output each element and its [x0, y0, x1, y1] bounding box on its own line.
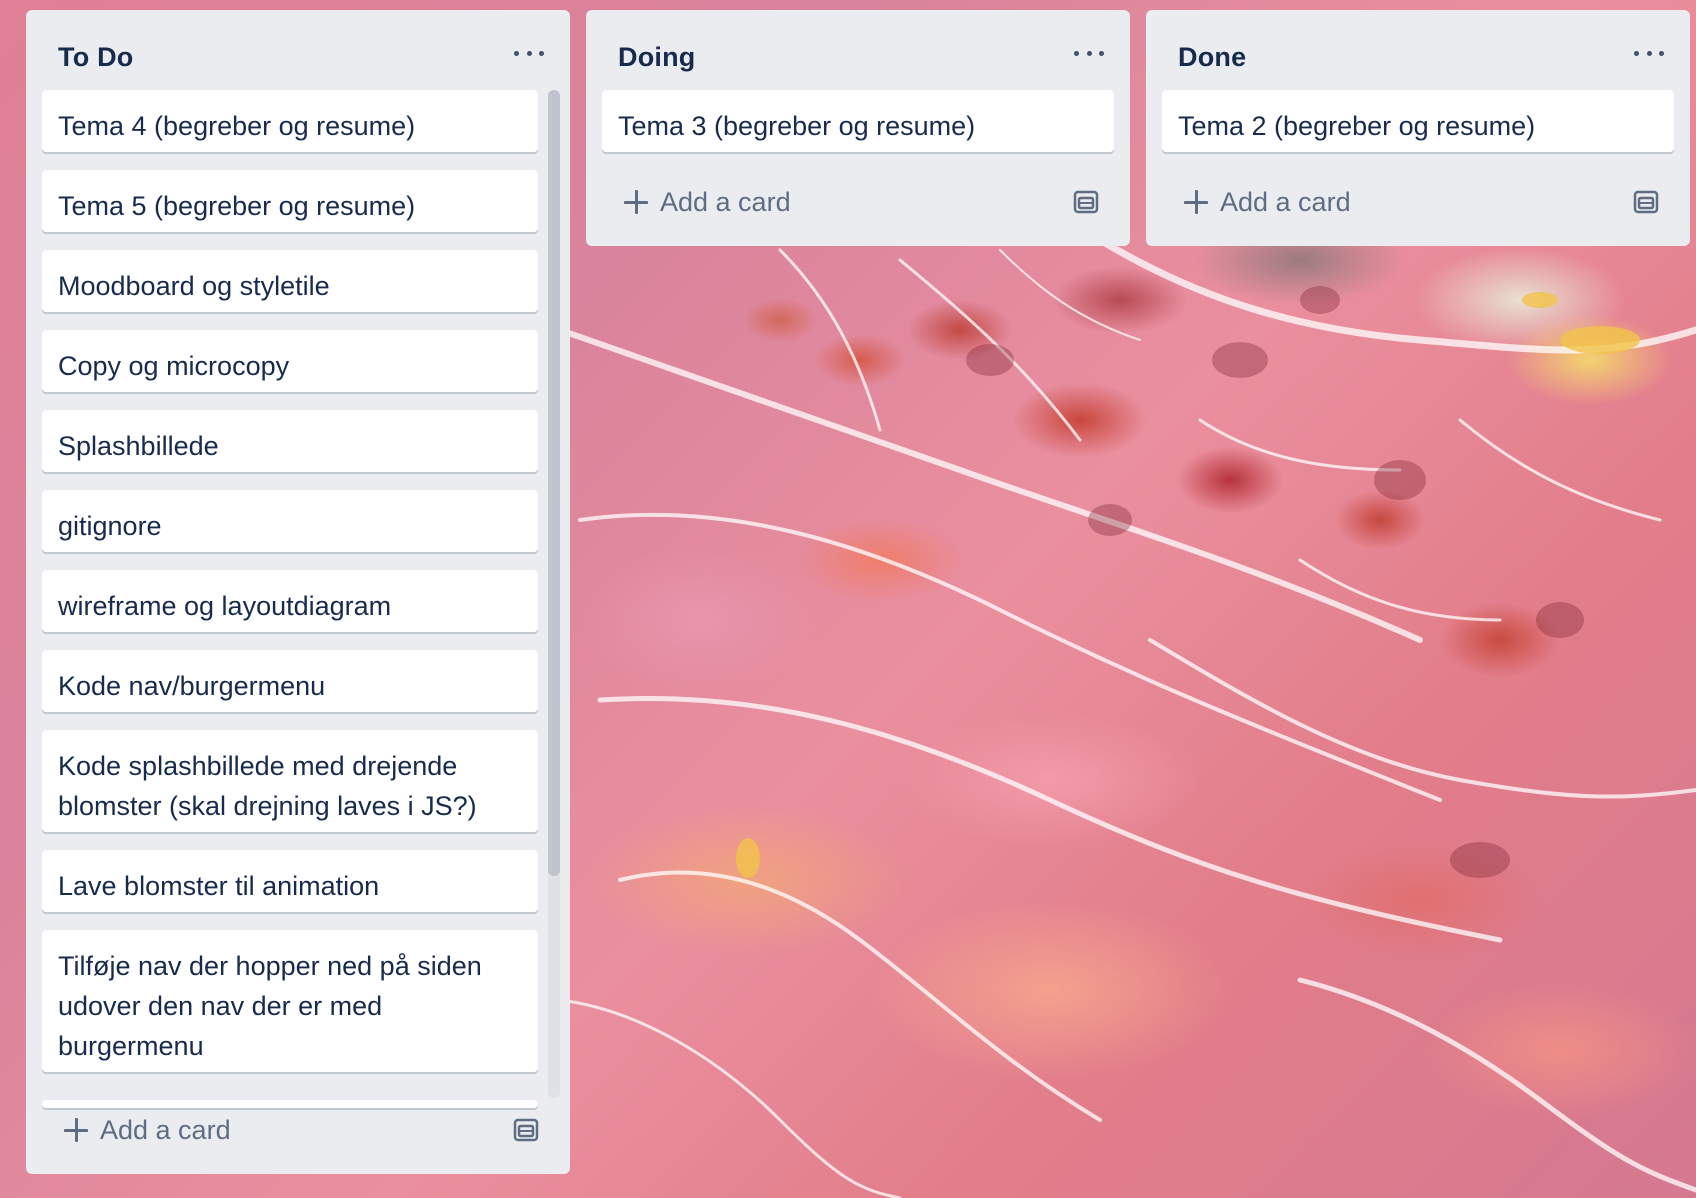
card-title: Kode splashbillede med drejende blomster…	[58, 751, 477, 821]
card[interactable]: Tema 5 (begreber og resume)	[42, 170, 538, 232]
card-title: Tema 3 (begreber og resume)	[618, 111, 976, 141]
list-menu-button[interactable]	[514, 46, 544, 60]
card[interactable]: Splashbillede	[42, 410, 538, 472]
list-title[interactable]: Done	[1178, 42, 1246, 73]
more-horizontal-icon	[514, 50, 519, 56]
card[interactable]: Copy og microcopy	[42, 330, 538, 392]
list-title[interactable]: Doing	[618, 42, 695, 73]
card[interactable]: Lave blomster til animation	[42, 850, 538, 912]
list-header: To Do	[26, 10, 570, 90]
card[interactable]: Tema 4 (begreber og resume)	[42, 90, 538, 152]
scrollbar[interactable]	[548, 90, 560, 1098]
card-template-icon[interactable]	[1072, 188, 1100, 216]
scrollbar-thumb[interactable]	[548, 90, 560, 876]
list-to-do: To Do Tema 4 (begreber og resume) Tema 5…	[26, 10, 570, 1174]
add-card-label: Add a card	[1220, 186, 1351, 217]
list-menu-button[interactable]	[1634, 46, 1664, 60]
card[interactable]: Tema 3 (begreber og resume)	[602, 90, 1114, 152]
more-horizontal-icon	[1086, 50, 1092, 56]
more-horizontal-icon	[526, 50, 532, 56]
list-title[interactable]: To Do	[58, 42, 133, 73]
add-card-label: Add a card	[100, 1114, 231, 1145]
card-title: Moodboard og styletile	[58, 271, 330, 301]
plus-icon	[64, 1118, 88, 1142]
card-title: Copy og microcopy	[58, 351, 290, 381]
more-horizontal-icon	[1099, 50, 1104, 56]
add-card-label: Add a card	[660, 186, 791, 217]
card[interactable]: Kode nav/burgermenu	[42, 650, 538, 712]
add-card-button[interactable]: Add a card	[64, 1108, 231, 1152]
more-horizontal-icon	[1659, 50, 1664, 56]
card-title: Kode nav/burgermenu	[58, 671, 326, 701]
list-menu-button[interactable]	[1074, 46, 1104, 60]
card-title: Tema 5 (begreber og resume)	[58, 191, 416, 221]
list-header: Doing	[586, 10, 1130, 90]
card-template-icon[interactable]	[1632, 188, 1660, 216]
card-title: wireframe og layoutdiagram	[58, 591, 392, 621]
plus-icon	[1184, 190, 1208, 214]
card-title: Tema 2 (begreber og resume)	[1178, 111, 1536, 141]
card-title: Lave blomster til animation	[58, 871, 380, 901]
card-template-icon[interactable]	[512, 1116, 540, 1144]
list-doing: Doing Tema 3 (begreber og resume) Add a …	[586, 10, 1130, 246]
card[interactable]: wireframe og layoutdiagram	[42, 570, 538, 632]
more-horizontal-icon	[1646, 50, 1652, 56]
list-header: Done	[1146, 10, 1690, 90]
card-title: Tema 4 (begreber og resume)	[58, 111, 416, 141]
list-done: Done Tema 2 (begreber og resume) Add a c…	[1146, 10, 1690, 246]
more-horizontal-icon	[1634, 50, 1639, 56]
card-title: gitignore	[58, 511, 162, 541]
card[interactable]: gitignore	[42, 490, 538, 552]
more-horizontal-icon	[1074, 50, 1079, 56]
card[interactable]: Kode splashbillede med drejende blomster…	[42, 730, 538, 832]
card-title: Tilføje nav der hopper ned på siden udov…	[58, 951, 482, 1061]
card[interactable]: Tilføje nav der hopper ned på siden udov…	[42, 930, 538, 1072]
add-card-button[interactable]: Add a card	[624, 180, 791, 224]
card-partial[interactable]	[42, 1100, 538, 1108]
plus-icon	[624, 190, 648, 214]
card[interactable]: Moodboard og styletile	[42, 250, 538, 312]
more-horizontal-icon	[539, 50, 544, 56]
add-card-button[interactable]: Add a card	[1184, 180, 1351, 224]
card-title: Splashbillede	[58, 431, 219, 461]
card[interactable]: Tema 2 (begreber og resume)	[1162, 90, 1674, 152]
